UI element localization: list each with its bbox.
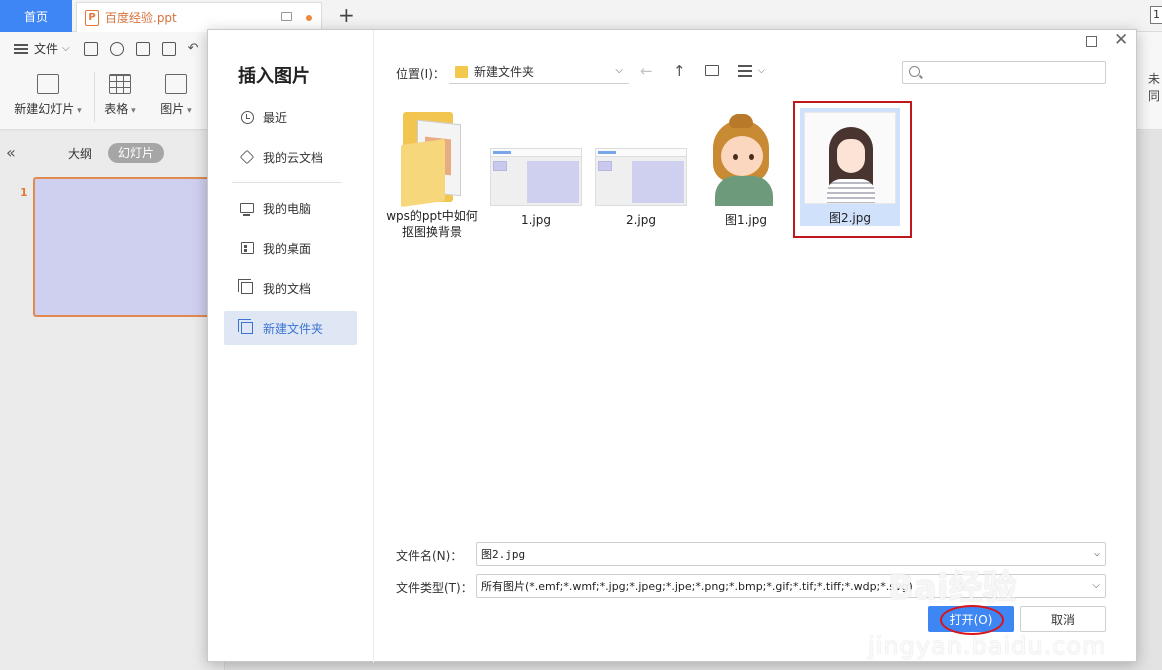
image-thumbnail (490, 148, 582, 206)
new-slide-button[interactable]: 新建幻灯片 ▾ (12, 74, 84, 117)
format-painter-icon[interactable] (109, 41, 124, 56)
file-name: 2.jpg (625, 213, 657, 227)
chevron-down-icon[interactable]: ⌵ (62, 43, 70, 54)
print-icon[interactable] (135, 41, 150, 56)
sidebar-item-my-computer[interactable]: 我的电脑 (224, 191, 357, 225)
document-title: 百度经验.ppt (105, 11, 177, 25)
slide-pane: « 大纲 幻灯片 1 (0, 131, 225, 670)
computer-icon (240, 201, 254, 216)
search-icon (909, 66, 920, 77)
chevron-down-icon: ⌵ (615, 65, 623, 76)
tab-count-badge: 1 (1150, 6, 1162, 24)
dialog-title: 插入图片 (238, 66, 310, 87)
file-item-1jpg[interactable]: 1.jpg (486, 114, 586, 228)
view-mode-icon[interactable] (738, 65, 752, 77)
sidebar-divider (232, 182, 342, 183)
sidebar-item-cloud-docs[interactable]: 我的云文档 (224, 140, 357, 174)
new-tab-button[interactable]: + (338, 5, 355, 25)
tab-home[interactable]: 首页 (0, 0, 72, 32)
chevron-down-icon[interactable]: ⌵ (758, 66, 765, 76)
ribbon-divider (94, 72, 95, 122)
back-arrow-icon[interactable]: ← (640, 63, 653, 79)
collapse-pane-icon[interactable]: « (6, 143, 16, 162)
sidebar-item-recent[interactable]: 最近 (224, 100, 357, 134)
quick-access-bar: 文件 ⌵ ↶ (14, 40, 199, 57)
desktop-icon (240, 241, 254, 255)
slide-number: 1 (20, 186, 28, 199)
slide-thumbnail[interactable] (33, 177, 223, 317)
picture-icon (165, 74, 187, 94)
file-menu[interactable]: 文件 (34, 40, 58, 57)
file-name: 1.jpg (520, 213, 552, 227)
clock-icon (240, 110, 254, 124)
cancel-button[interactable]: 取消 (1020, 606, 1106, 632)
slides-view-tab[interactable]: 幻灯片 (108, 143, 164, 163)
tab-bar: 首页 P 百度经验.ppt + 1 (0, 0, 1162, 32)
maximize-icon[interactable] (1086, 36, 1097, 47)
search-box[interactable] (902, 61, 1106, 84)
save-icon[interactable] (83, 41, 98, 56)
folder-icon (238, 319, 254, 335)
monitor-icon[interactable] (281, 12, 292, 21)
sidebar-item-desktop[interactable]: 我的桌面 (224, 231, 357, 265)
unsaved-dot-icon (306, 15, 312, 21)
documents-icon (238, 279, 254, 295)
baidu-watermark: Bai经验 (888, 568, 1017, 608)
table-icon (109, 74, 131, 94)
folder-icon (455, 65, 468, 78)
location-dropdown[interactable]: 新建文件夹 ⌵ (449, 60, 629, 84)
filename-label: 文件名(N)： (396, 549, 463, 563)
file-name: 图1.jpg (724, 213, 768, 227)
location-value: 新建文件夹 (474, 65, 535, 79)
chevron-down-icon[interactable]: ⌵ (1094, 548, 1100, 559)
undo-icon[interactable]: ↶ (188, 41, 199, 56)
file-item-2jpg[interactable]: 2.jpg (591, 114, 691, 228)
open-button-highlight-circle (940, 605, 1004, 635)
outline-view-tab[interactable]: 大纲 (68, 145, 92, 162)
watermark-url: jingyan.baidu.com (868, 632, 1107, 660)
dialog-sidebar: 插入图片 最近 我的云文档 我的电脑 我的桌面 我的文档 新建文件夹 (208, 30, 374, 663)
close-icon[interactable]: ✕ (1114, 31, 1128, 49)
folder-thumbnail (397, 108, 467, 208)
new-slide-icon (37, 74, 59, 94)
picture-button[interactable]: 图片 ▾ (156, 74, 196, 117)
cloud-cube-icon (239, 149, 255, 165)
hamburger-menu-icon[interactable] (14, 43, 28, 54)
sidebar-item-my-documents[interactable]: 我的文档 (224, 271, 357, 305)
file-item-folder[interactable]: wps的ppt中如何 抠图换背景 (382, 108, 482, 240)
ppt-file-icon: P (85, 9, 99, 26)
table-button[interactable]: 表格 ▾ (100, 74, 140, 117)
sidebar-item-new-folder[interactable]: 新建文件夹 (224, 311, 357, 345)
image-thumbnail (595, 148, 687, 206)
chevron-down-icon[interactable]: ⌵ (1092, 580, 1100, 591)
location-label: 位置(I)： (396, 67, 445, 81)
tab-document[interactable]: P 百度经验.ppt (76, 2, 322, 32)
new-folder-icon[interactable] (705, 65, 719, 76)
file-name: wps的ppt中如何 抠图换背景 (386, 209, 478, 239)
filetype-label: 文件类型(T)： (396, 581, 473, 595)
search-input[interactable] (925, 64, 1101, 81)
selection-highlight-frame (793, 101, 912, 238)
print-preview-icon[interactable] (161, 41, 176, 56)
image-thumbnail (701, 114, 791, 206)
up-arrow-icon[interactable]: ↑ (673, 63, 686, 79)
file-item-tu1jpg[interactable]: 图1.jpg (696, 114, 796, 228)
